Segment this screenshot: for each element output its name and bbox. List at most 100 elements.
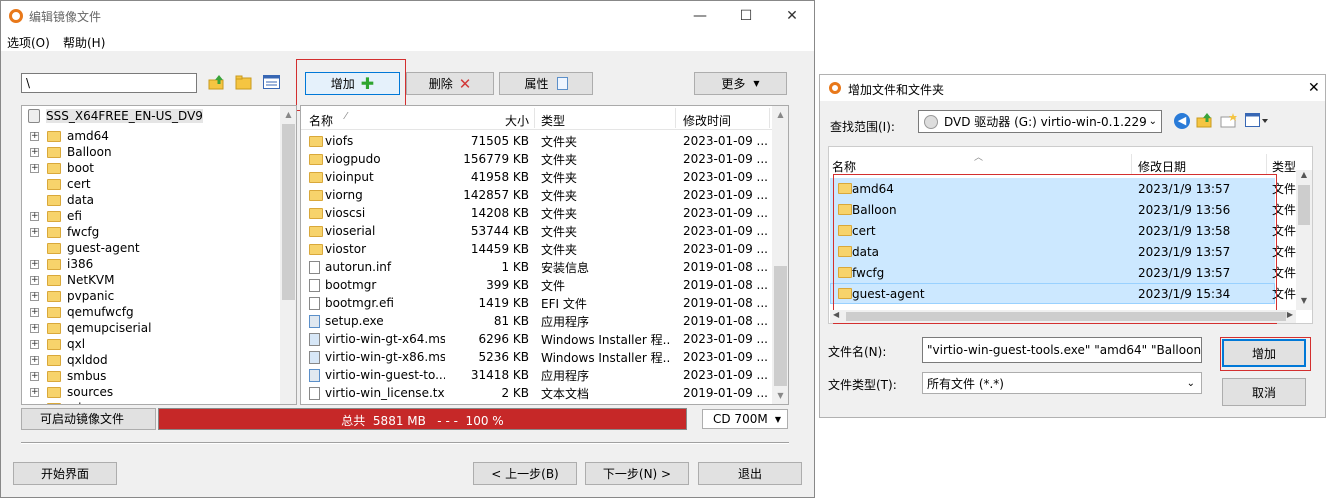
tree-item[interactable]: + i386 — [30, 256, 93, 272]
tree-scroll-thumb[interactable] — [282, 124, 295, 300]
expand-icon[interactable]: + — [30, 131, 39, 141]
file-row[interactable]: bootmgr 399 KB 文件 2019-01-08 ... — [301, 276, 771, 294]
file-row[interactable]: vioserial 53744 KB 文件夹 2023-01-09 ... — [301, 222, 771, 240]
exit-button[interactable]: 退出 — [698, 462, 802, 485]
file-row[interactable]: virtio-win_license.txt 2 KB 文本文档 2019-01-09… — [301, 384, 771, 402]
tree-item[interactable]: + qxl — [30, 336, 85, 352]
tree-item[interactable]: + qxldod — [30, 352, 108, 368]
expand-icon[interactable]: + — [30, 275, 39, 285]
expand-icon[interactable]: + — [30, 371, 39, 381]
close-button[interactable]: ✕ — [769, 5, 815, 27]
tree-item[interactable]: + efi — [30, 208, 82, 224]
view-menu-icon[interactable] — [1245, 113, 1269, 128]
tree-item[interactable]: + fwcfg — [30, 224, 99, 240]
home-button[interactable]: 开始界面 — [13, 462, 117, 485]
col-type-header[interactable]: 类型 — [541, 112, 565, 129]
expand-icon[interactable]: + — [30, 147, 39, 157]
tree-item[interactable]: cert — [30, 176, 91, 192]
dlg-hscroll-thumb[interactable] — [846, 312, 1286, 321]
up-folder-icon[interactable] — [208, 74, 226, 90]
minimize-button[interactable]: — — [677, 5, 723, 27]
file-row[interactable]: bootmgr.efi 1419 KB EFI 文件 2019-01-08 ... — [301, 294, 771, 312]
file-list[interactable]: 名称 ⁄ 大小 类型 修改时间 viofs 71505 KB 文件夹 2023-01-… — [300, 105, 789, 405]
expand-icon[interactable]: + — [30, 211, 39, 221]
filename-input[interactable]: "virtio-win-guest-tools.exe" "amd64" "Ba… — [922, 337, 1202, 363]
file-row[interactable]: vioscsi 14208 KB 文件夹 2023-01-09 ... — [301, 204, 771, 222]
path-input[interactable]: \ — [21, 73, 197, 93]
dialog-h-scrollbar[interactable]: ◀ ▶ — [830, 310, 1296, 323]
col-size-header[interactable]: 大小 — [505, 112, 529, 129]
cancel-button[interactable]: 取消 — [1222, 378, 1306, 406]
file-scroll-up[interactable]: ▲ — [772, 106, 788, 123]
maximize-button[interactable]: ☐ — [723, 5, 769, 27]
tree-scroll-up[interactable]: ▲ — [280, 106, 296, 123]
delete-button[interactable]: 删除 ✕ — [406, 72, 494, 95]
file-scroll-thumb[interactable] — [774, 266, 787, 386]
file-row[interactable]: virtio-win-gt-x64.msi 6296 KB Windows Inst… — [301, 330, 771, 348]
dialog-v-scrollbar[interactable]: ▲ ▼ — [1296, 170, 1312, 310]
expand-icon[interactable]: + — [30, 355, 39, 365]
file-row[interactable]: virtio-win-gt-x86.msi 5236 KB Windows Inst… — [301, 348, 771, 366]
dlg-col-date[interactable]: 修改日期 — [1138, 158, 1186, 175]
dlg-scroll-left[interactable]: ◀ — [833, 310, 839, 319]
expand-icon[interactable]: + — [30, 227, 39, 237]
dlg-col-name[interactable]: 名称 — [832, 158, 856, 175]
tree-item[interactable]: + NetKVM — [30, 272, 115, 288]
tree-item[interactable]: + qemufwcfg — [30, 304, 134, 320]
tree-item[interactable]: data — [30, 192, 94, 208]
folder-tree[interactable]: SSS_X64FREE_EN-US_DV9 + amd64 + Balloon + boo… — [21, 105, 297, 405]
dlg-scroll-up[interactable]: ▲ — [1296, 170, 1312, 184]
tree-item[interactable]: + pvpanic — [30, 288, 114, 304]
tree-item[interactable]: + smbus — [30, 368, 106, 384]
back-icon[interactable]: ◀ — [1174, 113, 1190, 129]
tree-item[interactable]: guest-agent — [30, 240, 140, 256]
new-folder-icon[interactable] — [1220, 113, 1238, 128]
file-row[interactable]: viogpudo 156779 KB 文件夹 2023-01-09 ... — [301, 150, 771, 168]
add-confirm-button[interactable]: 增加 — [1222, 339, 1306, 367]
expand-icon[interactable]: + — [30, 339, 39, 349]
menu-options[interactable]: 选项(O) — [7, 34, 50, 51]
file-row[interactable]: vioinput 41958 KB 文件夹 2023-01-09 ... — [301, 168, 771, 186]
file-row[interactable]: viorng 142857 KB 文件夹 2023-01-09 ... — [301, 186, 771, 204]
dlg-scroll-down[interactable]: ▼ — [1296, 296, 1312, 310]
expand-icon[interactable]: + — [30, 307, 39, 317]
tree-item[interactable]: + qemupciserial — [30, 320, 151, 336]
expand-icon[interactable]: + — [30, 291, 39, 301]
expand-icon[interactable]: + — [30, 387, 39, 397]
col-date-header[interactable]: 修改时间 — [683, 112, 731, 129]
lookin-select[interactable]: DVD 驱动器 (G:) virtio-win-0.1.229 ⌄ — [918, 110, 1162, 133]
view-mode-icon[interactable] — [263, 75, 280, 89]
expand-icon[interactable]: + — [30, 323, 39, 333]
open-folder-icon[interactable] — [235, 74, 253, 90]
filetype-select[interactable]: 所有文件 (*.*) ⌄ — [922, 372, 1202, 394]
media-size-select[interactable]: CD 700M ▼ — [702, 409, 788, 429]
dlg-scroll-thumb[interactable] — [1298, 185, 1310, 225]
tree-item[interactable]: + Balloon — [30, 144, 112, 160]
file-row[interactable]: setup.exe 81 KB 应用程序 2019-01-08 ... — [301, 312, 771, 330]
boot-image-button[interactable]: 可启动镜像文件 — [21, 408, 156, 430]
file-row[interactable]: viofs 71505 KB 文件夹 2023-01-09 ... — [301, 132, 771, 150]
tree-item[interactable]: + boot — [30, 160, 94, 176]
file-row[interactable]: virtio-win-guest-to... 31418 KB 应用程序 2023-0… — [301, 366, 771, 384]
menu-help[interactable]: 帮助(H) — [63, 34, 105, 51]
dlg-col-type[interactable]: 类型 — [1272, 158, 1296, 175]
file-row[interactable]: viostor 14459 KB 文件夹 2023-01-09 ... — [301, 240, 771, 258]
expand-icon[interactable]: + — [30, 403, 39, 404]
next-button[interactable]: 下一步(N) > — [585, 462, 689, 485]
dialog-close-button[interactable]: ✕ — [1308, 80, 1320, 96]
prev-button[interactable]: < 上一步(B) — [473, 462, 577, 485]
expand-icon[interactable]: + — [30, 259, 39, 269]
col-name-header[interactable]: 名称 — [309, 112, 333, 129]
tree-item[interactable]: + sources — [30, 384, 113, 400]
more-button[interactable]: 更多 ▼ — [694, 72, 787, 95]
tree-item[interactable]: + amd64 — [30, 128, 109, 144]
dlg-scroll-right[interactable]: ▶ — [1287, 310, 1293, 319]
file-row[interactable]: autorun.inf 1 KB 安装信息 2019-01-08 ... — [301, 258, 771, 276]
tree-scrollbar[interactable]: ▲ — [280, 106, 296, 404]
properties-button[interactable]: 属性 — [499, 72, 593, 95]
add-button[interactable]: 增加 ✚ — [305, 72, 400, 95]
expand-icon[interactable]: + — [30, 163, 39, 173]
file-scroll-down[interactable]: ▼ — [772, 387, 788, 404]
tree-root[interactable]: SSS_X64FREE_EN-US_DV9 — [28, 108, 203, 124]
tree-item[interactable]: + sriov — [30, 400, 96, 404]
